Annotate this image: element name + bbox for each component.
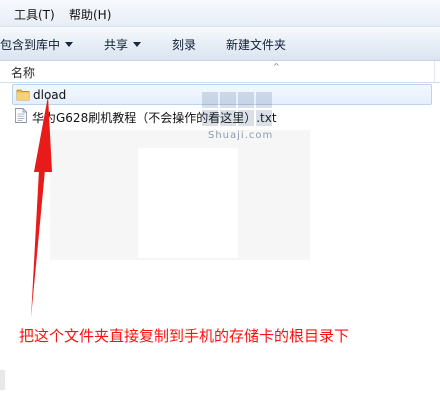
text-file-icon xyxy=(15,108,27,123)
chevron-down-icon xyxy=(65,42,74,47)
new-folder-button[interactable]: 新建文件夹 xyxy=(226,36,286,53)
watermark-text: Shuaji.com xyxy=(208,130,274,141)
share-label: 共享 xyxy=(104,38,129,52)
menu-tools[interactable]: 工具(T) xyxy=(14,6,55,23)
column-divider[interactable] xyxy=(434,61,435,82)
burn-button[interactable]: 刻录 xyxy=(172,36,196,53)
instruction-annotation: 把这个文件夹直接复制到手机的存储卡的根目录下 xyxy=(19,327,350,345)
command-toolbar: 包含到库中 共享 刻录 新建文件夹 xyxy=(0,27,440,61)
chevron-down-icon xyxy=(133,42,142,47)
background-shade-inner xyxy=(138,148,238,258)
column-name-header[interactable]: 名称 xyxy=(11,64,35,81)
folder-icon xyxy=(16,89,30,101)
include-in-library-button[interactable]: 包含到库中 xyxy=(0,36,74,53)
column-header: 名称 ^ xyxy=(0,61,440,83)
watermark-logo xyxy=(202,92,272,126)
include-in-library-label: 包含到库中 xyxy=(0,38,61,52)
share-button[interactable]: 共享 xyxy=(104,36,142,53)
folder-name: dload xyxy=(33,88,67,102)
window-edge xyxy=(0,370,5,390)
menu-bar: 工具(T) 帮助(H) xyxy=(0,0,440,27)
menu-help[interactable]: 帮助(H) xyxy=(69,6,111,23)
sort-ascending-icon: ^ xyxy=(273,62,280,71)
